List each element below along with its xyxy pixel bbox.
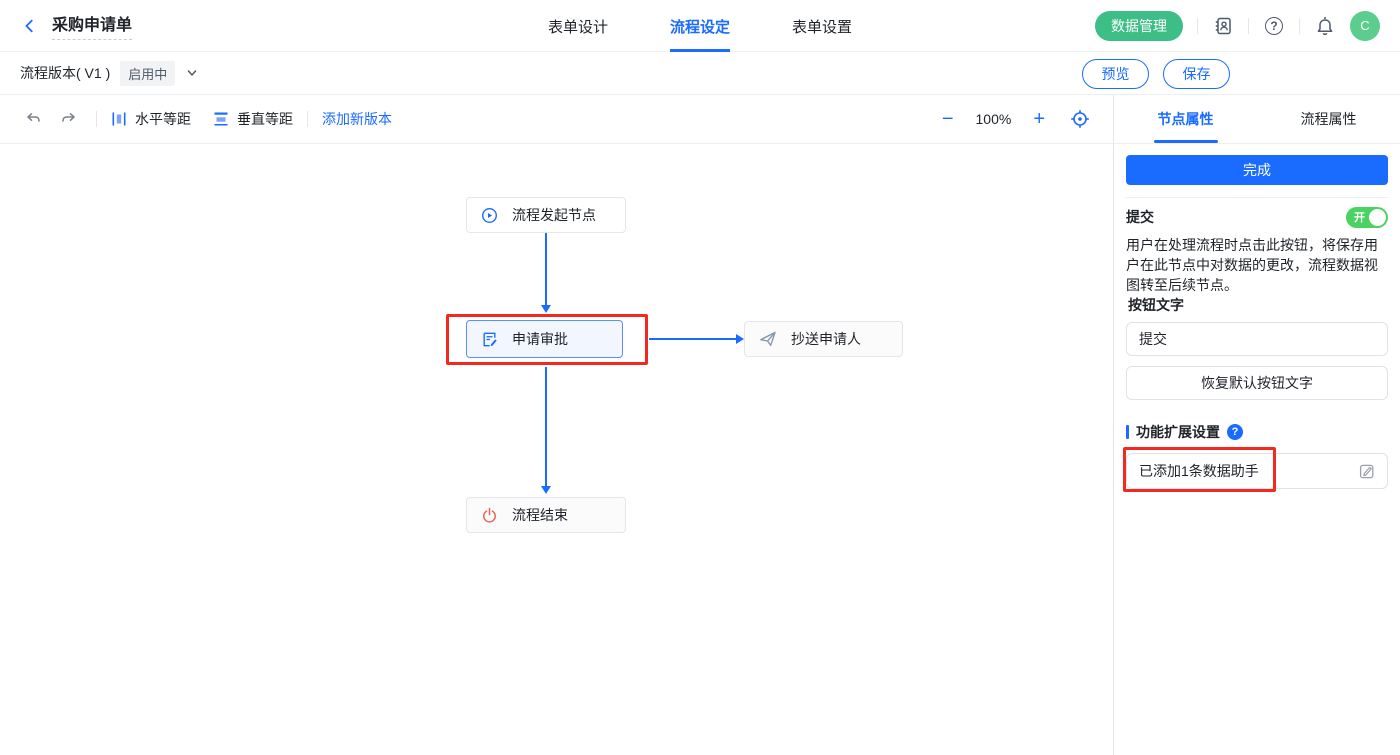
header-actions: 数据管理 ? C: [1095, 11, 1380, 41]
panel-body: 完成 提交 开 用户在处理流程时点击此按钮，将保存用户在此节点中对数据的更改，流…: [1114, 144, 1400, 755]
tab-flow-properties[interactable]: 流程属性: [1257, 95, 1400, 143]
button-text-label: 按钮文字: [1128, 295, 1388, 315]
horizontal-spacing-icon: [111, 111, 127, 127]
help-icon[interactable]: ?: [1263, 15, 1285, 37]
divider: [1197, 18, 1198, 34]
canvas-toolbar: 水平等距 垂直等距 添加新版本 − 100% +: [0, 95, 1113, 144]
app-root: 采购申请单 表单设计 流程设定 表单设置 数据管理 ? C 流程版本( V1 )…: [0, 0, 1400, 755]
properties-panel: 节点属性 流程属性 完成 提交 开 用户在处理流程时点击此按钮，将保存用户在此节…: [1113, 95, 1400, 755]
page-title[interactable]: 采购申请单: [52, 11, 132, 40]
node-cc-applicant[interactable]: 抄送申请人: [744, 321, 903, 357]
version-bar: 流程版本( V1 ) 启用中 预览 保存: [0, 52, 1400, 95]
flow-connectors: [0, 144, 1113, 755]
toggle-knob: [1369, 209, 1386, 226]
add-new-version-link[interactable]: 添加新版本: [322, 109, 392, 129]
power-icon: [481, 507, 498, 524]
main-area: 水平等距 垂直等距 添加新版本 − 100% +: [0, 95, 1400, 755]
status-badge: 启用中: [120, 61, 175, 86]
panel-tabs: 节点属性 流程属性: [1114, 95, 1400, 144]
extension-section-header: 功能扩展设置 ?: [1126, 423, 1388, 441]
zoom-controls: − 100% +: [942, 106, 1093, 132]
submit-label: 提交: [1126, 207, 1154, 227]
notification-bell-icon[interactable]: [1314, 15, 1336, 37]
submit-toggle[interactable]: 开: [1346, 207, 1388, 228]
toggle-on-text: 开: [1354, 209, 1365, 225]
chevron-left-icon: [22, 18, 38, 34]
vertical-spacing-button[interactable]: 垂直等距: [213, 109, 293, 129]
tab-node-properties[interactable]: 节点属性: [1114, 95, 1257, 143]
tab-form-design[interactable]: 表单设计: [548, 0, 608, 52]
horizontal-spacing-button[interactable]: 水平等距: [111, 109, 191, 129]
zoom-out-button[interactable]: −: [942, 109, 954, 129]
node-approval[interactable]: 申请审批: [466, 320, 623, 358]
done-button[interactable]: 完成: [1126, 155, 1388, 185]
divider: [1299, 18, 1300, 34]
node-label: 流程发起节点: [512, 205, 596, 225]
data-assistant-row[interactable]: 已添加1条数据助手: [1126, 453, 1388, 489]
send-plane-icon: [759, 330, 777, 348]
version-label: 流程版本( V1 ): [20, 63, 110, 83]
save-button[interactable]: 保存: [1163, 59, 1230, 89]
vertical-spacing-icon: [213, 111, 229, 127]
canvas-column: 水平等距 垂直等距 添加新版本 − 100% +: [0, 95, 1113, 755]
version-actions: 预览 保存: [1082, 52, 1230, 95]
data-assistant-text: 已添加1条数据助手: [1139, 461, 1259, 481]
section-accent-bar: [1126, 425, 1129, 439]
button-text-input[interactable]: [1126, 322, 1388, 356]
preview-button[interactable]: 预览: [1082, 59, 1149, 89]
question-mark-icon[interactable]: ?: [1227, 424, 1243, 440]
redo-icon[interactable]: [56, 106, 82, 132]
flow-canvas[interactable]: 流程发起节点 申请审批 抄送申请人 流程结束: [0, 144, 1113, 755]
play-circle-icon: [481, 207, 498, 224]
submit-description: 用户在处理流程时点击此按钮，将保存用户在此节点中对数据的更改，流程数据视图转至后…: [1126, 235, 1388, 295]
node-flow-end[interactable]: 流程结束: [466, 497, 626, 533]
node-label: 抄送申请人: [791, 329, 861, 349]
data-manage-button[interactable]: 数据管理: [1095, 11, 1183, 41]
extension-section-title: 功能扩展设置: [1136, 422, 1220, 442]
node-label: 申请审批: [512, 329, 568, 349]
fit-center-icon[interactable]: [1067, 106, 1093, 132]
user-avatar[interactable]: C: [1350, 11, 1380, 41]
submit-setting-row: 提交 开: [1126, 206, 1388, 228]
tab-flow-setting[interactable]: 流程设定: [670, 0, 730, 52]
zoom-in-button[interactable]: +: [1033, 109, 1045, 129]
tab-form-setting[interactable]: 表单设置: [792, 0, 852, 52]
contact-book-icon[interactable]: [1212, 15, 1234, 37]
node-label: 流程结束: [512, 505, 568, 525]
back-button[interactable]: [20, 16, 40, 36]
undo-icon[interactable]: [20, 106, 46, 132]
zoom-level: 100%: [976, 111, 1012, 127]
node-flow-start[interactable]: 流程发起节点: [466, 197, 626, 233]
chevron-down-icon[interactable]: [185, 66, 199, 80]
divider: [307, 111, 308, 127]
top-header: 采购申请单 表单设计 流程设定 表单设置 数据管理 ? C: [0, 0, 1400, 52]
edit-pencil-icon[interactable]: [1359, 463, 1375, 479]
divider: [96, 111, 97, 127]
divider: [1248, 18, 1249, 34]
restore-default-button[interactable]: 恢复默认按钮文字: [1126, 366, 1388, 400]
divider: [1125, 197, 1389, 198]
main-tabs: 表单设计 流程设定 表单设置: [548, 0, 852, 52]
edit-document-icon: [481, 331, 498, 348]
